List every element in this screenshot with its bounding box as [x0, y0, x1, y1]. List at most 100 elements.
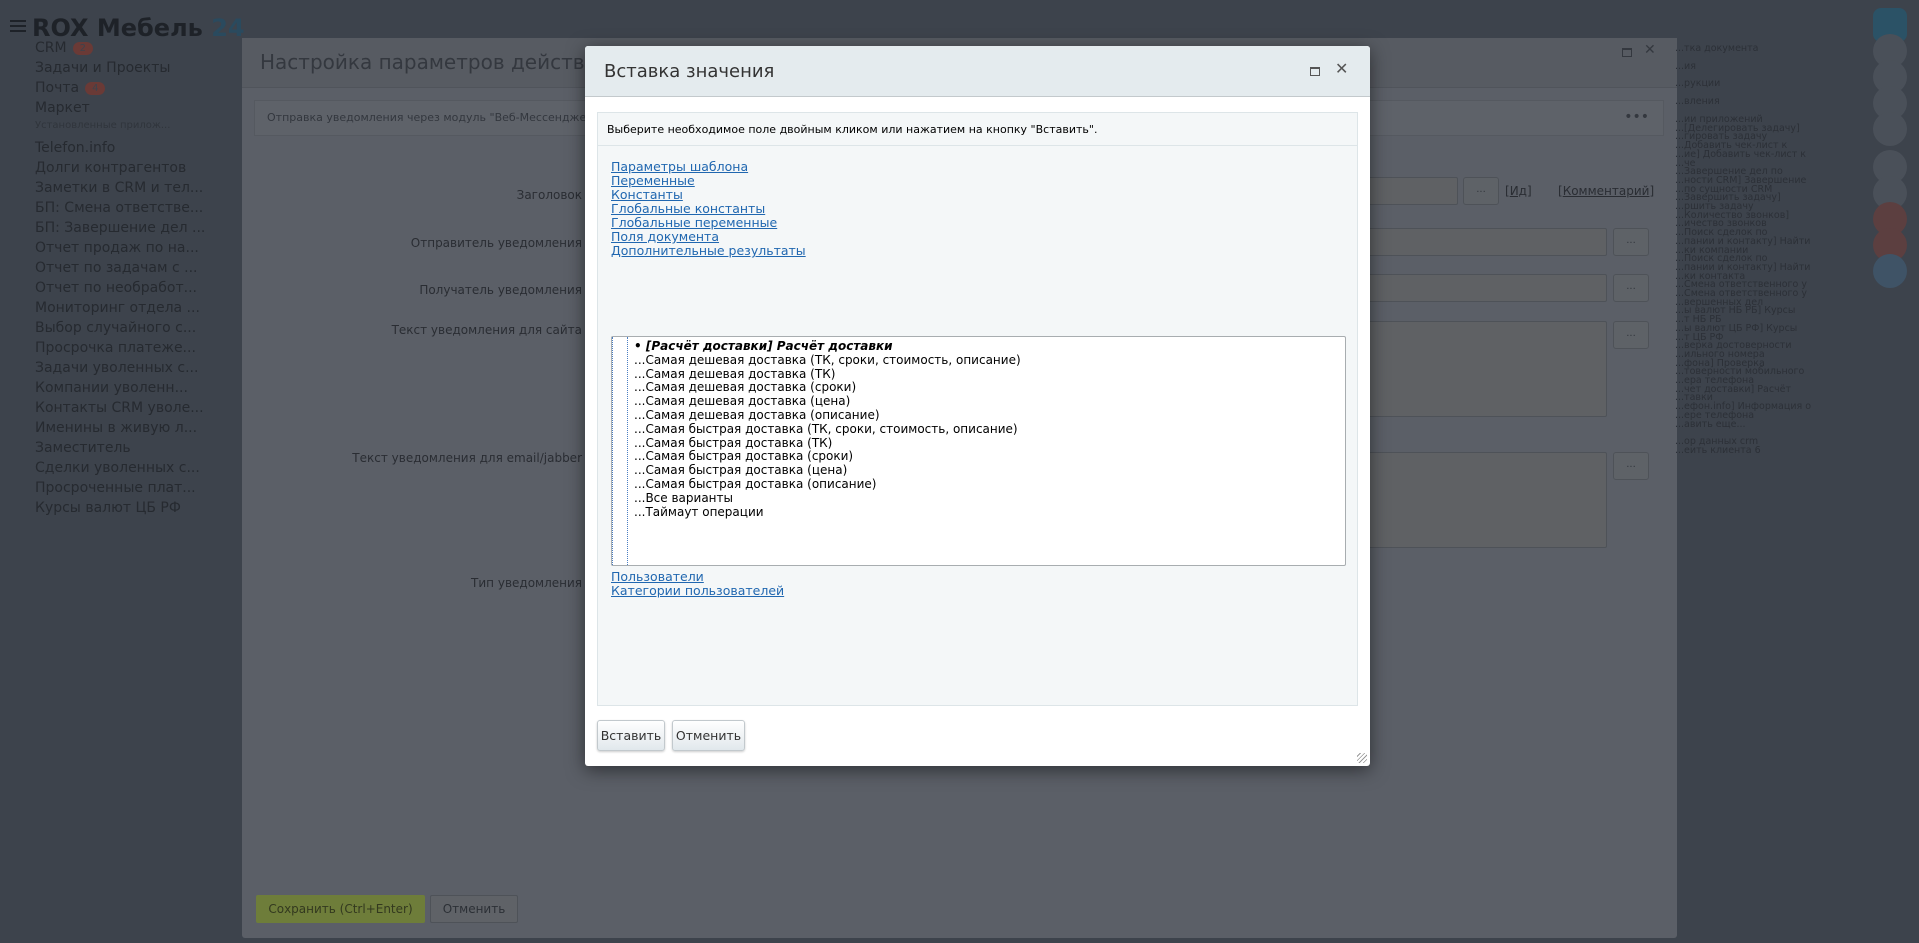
label-sender: Отправитель уведомления	[410, 236, 582, 250]
sidebar-item[interactable]: Установленные прилож...	[35, 120, 170, 131]
listbox-option[interactable]: ...Самая дешевая доставка (ТК, сроки, ст…	[634, 353, 1021, 367]
right-panel-item[interactable]: ...еить клиента 6	[1675, 445, 1761, 456]
cancel-button[interactable]: Отменить	[672, 720, 745, 751]
listbox-gutter	[612, 337, 628, 565]
sidebar-item-label: Заместитель	[35, 440, 131, 456]
listbox-option[interactable]: ...Самая дешевая доставка (сроки)	[634, 380, 856, 394]
title-insert-button[interactable]: ...	[1463, 177, 1499, 205]
counter-badge: 4	[85, 81, 106, 95]
avatar[interactable]	[1873, 254, 1907, 288]
field-group-link[interactable]: Категории пользователей	[611, 583, 784, 598]
sidebar-item[interactable]: Выбор случайного с...	[35, 320, 196, 336]
sidebar-item[interactable]: Просрочка платеже...	[35, 340, 196, 356]
listbox-option[interactable]: ...Самая дешевая доставка (ТК)	[634, 367, 835, 381]
sidebar-item[interactable]: Курсы валют ЦБ РФ	[35, 500, 181, 516]
listbox-option[interactable]: ...Самая быстрая доставка (сроки)	[634, 449, 853, 463]
label-title: Заголовок	[516, 188, 582, 202]
sidebar-item[interactable]: Именины в живую л...	[35, 420, 197, 436]
listbox-option[interactable]: ...Все варианты	[634, 491, 733, 505]
sidebar-item-label: Отчет по задачам с ...	[35, 260, 198, 276]
save-button[interactable]: Сохранить (Ctrl+Enter)	[256, 895, 425, 923]
listbox-group-header[interactable]: • [Расчёт доставки] Расчёт доставки	[634, 339, 893, 353]
sidebar-item[interactable]: Отчет по задачам с ...	[35, 260, 197, 276]
close-icon[interactable]: ✕	[1335, 59, 1348, 78]
sidebar-item[interactable]: Отчет по необработ...	[35, 280, 197, 296]
dialog-hint: Выберите необходимое поле двойным кликом…	[598, 113, 1357, 146]
sidebar-item[interactable]: Компании уволенн...	[35, 380, 188, 396]
sidebar-item[interactable]: Мониторинг отдела ...	[35, 300, 200, 316]
listbox-option[interactable]: ...Самая быстрая доставка (ТК, сроки, ст…	[634, 422, 1018, 436]
sidebar-item-label: Отчет по необработ...	[35, 280, 197, 296]
sidebar-item[interactable]: Сделки уволенных с...	[35, 460, 200, 476]
field-group-link[interactable]: Дополнительные результаты	[611, 243, 806, 258]
sidebar-item-label: Отчет продаж по на...	[35, 240, 199, 256]
label-recipient: Получатель уведомления	[419, 283, 582, 297]
field-group-link[interactable]: Параметры шаблона	[611, 159, 748, 174]
field-group-link[interactable]: Пользователи	[611, 569, 704, 584]
search-icon[interactable]	[1873, 112, 1907, 146]
sidebar-item[interactable]: Telefon.info	[35, 140, 115, 156]
dialog-title: Вставка значения	[604, 61, 775, 82]
counter-badge: 2	[72, 41, 93, 55]
right-panel-item[interactable]: ...вления	[1675, 96, 1720, 107]
sender-insert-button[interactable]: ...	[1613, 228, 1649, 256]
listbox-option[interactable]: ...Самая быстрая доставка (цена)	[634, 463, 847, 477]
right-panel-item[interactable]: ...рукции	[1675, 78, 1720, 89]
comment-link-text[interactable]: Комментарий	[1563, 184, 1650, 198]
email-text-insert-button[interactable]: ...	[1613, 452, 1649, 480]
comment-link[interactable]: [Комментарий]	[1558, 184, 1654, 198]
right-panel-item[interactable]: ...авить еще...	[1675, 419, 1746, 430]
site-text-insert-button[interactable]: ...	[1613, 321, 1649, 349]
menu-icon[interactable]	[10, 20, 26, 32]
right-panel-item[interactable]: ...тка документа	[1675, 43, 1759, 54]
sidebar-item[interactable]: Контакты CRM уволе...	[35, 400, 204, 416]
field-group-link[interactable]: Глобальные константы	[611, 201, 765, 216]
close-icon[interactable]: ✕	[1644, 42, 1656, 58]
sidebar-item[interactable]: Заместитель	[35, 440, 131, 456]
sidebar-item-label: Задачи и Проекты	[35, 60, 171, 76]
listbox-option[interactable]: ...Самая дешевая доставка (описание)	[634, 408, 880, 422]
sidebar-item[interactable]: Отчет продаж по на...	[35, 240, 199, 256]
sidebar-item[interactable]: БП: Завершение дел ...	[35, 220, 205, 236]
cancel-button[interactable]: Отменить	[430, 895, 518, 923]
field-group-link[interactable]: Переменные	[611, 173, 695, 188]
id-link-text[interactable]: Ид	[1510, 184, 1527, 198]
sidebar-item-label: Установленные прилож...	[35, 120, 171, 131]
insert-button[interactable]: Вставить	[597, 720, 665, 751]
field-group-link[interactable]: Глобальные переменные	[611, 215, 777, 230]
recipient-insert-button[interactable]: ...	[1613, 274, 1649, 302]
logo-text: ROX Мебель	[32, 14, 203, 42]
sidebar-item[interactable]: Почта 4	[35, 80, 106, 96]
sidebar-item-label: Контакты CRM уволе...	[35, 400, 204, 416]
action-settings-title: Настройка параметров действия	[260, 50, 610, 74]
sidebar-item[interactable]: Просроченные плат...	[35, 480, 196, 496]
sidebar-item[interactable]: Долги контрагентов	[35, 160, 186, 176]
logo-number: 24	[211, 14, 245, 42]
more-icon[interactable]: •••	[1624, 109, 1649, 125]
listbox-option[interactable]: ...Самая быстрая доставка (описание)	[634, 477, 876, 491]
logo[interactable]: ROX Мебель 24	[32, 14, 245, 42]
field-group-link[interactable]: Константы	[611, 187, 683, 202]
sidebar-item-label: Просроченные плат...	[35, 480, 196, 496]
resize-handle[interactable]	[1357, 753, 1367, 763]
sidebar-item-label: Задачи уволенных с...	[35, 360, 199, 376]
sidebar-item[interactable]: Маркет	[35, 100, 90, 116]
field-group-link[interactable]: Поля документа	[611, 229, 719, 244]
id-link[interactable]: [Ид]	[1505, 184, 1532, 198]
listbox-option[interactable]: ...Самая дешевая доставка (цена)	[634, 394, 850, 408]
sidebar-item-label: Почта	[35, 80, 80, 96]
sidebar-item-label: Курсы валют ЦБ РФ	[35, 500, 181, 516]
sidebar-item-label: Сделки уволенных с...	[35, 460, 200, 476]
maximize-icon[interactable]	[1622, 48, 1632, 57]
listbox-option[interactable]: ...Самая быстрая доставка (ТК)	[634, 436, 832, 450]
sidebar-item-label: Просрочка платеже...	[35, 340, 196, 356]
sidebar-item[interactable]: CRM 2	[35, 40, 93, 56]
listbox-option[interactable]: ...Таймаут операции	[634, 505, 764, 519]
sidebar-item[interactable]: Задачи уволенных с...	[35, 360, 198, 376]
maximize-icon[interactable]	[1310, 67, 1320, 76]
result-fields-listbox[interactable]: • [Расчёт доставки] Расчёт доставки ...Са…	[611, 336, 1346, 566]
sidebar-item[interactable]: Заметки в CRM и тел...	[35, 180, 203, 196]
sidebar-item[interactable]: Задачи и Проекты	[35, 60, 170, 76]
sidebar-item[interactable]: БП: Смена ответстве...	[35, 200, 203, 216]
right-panel-item[interactable]: ...ия	[1675, 61, 1696, 72]
